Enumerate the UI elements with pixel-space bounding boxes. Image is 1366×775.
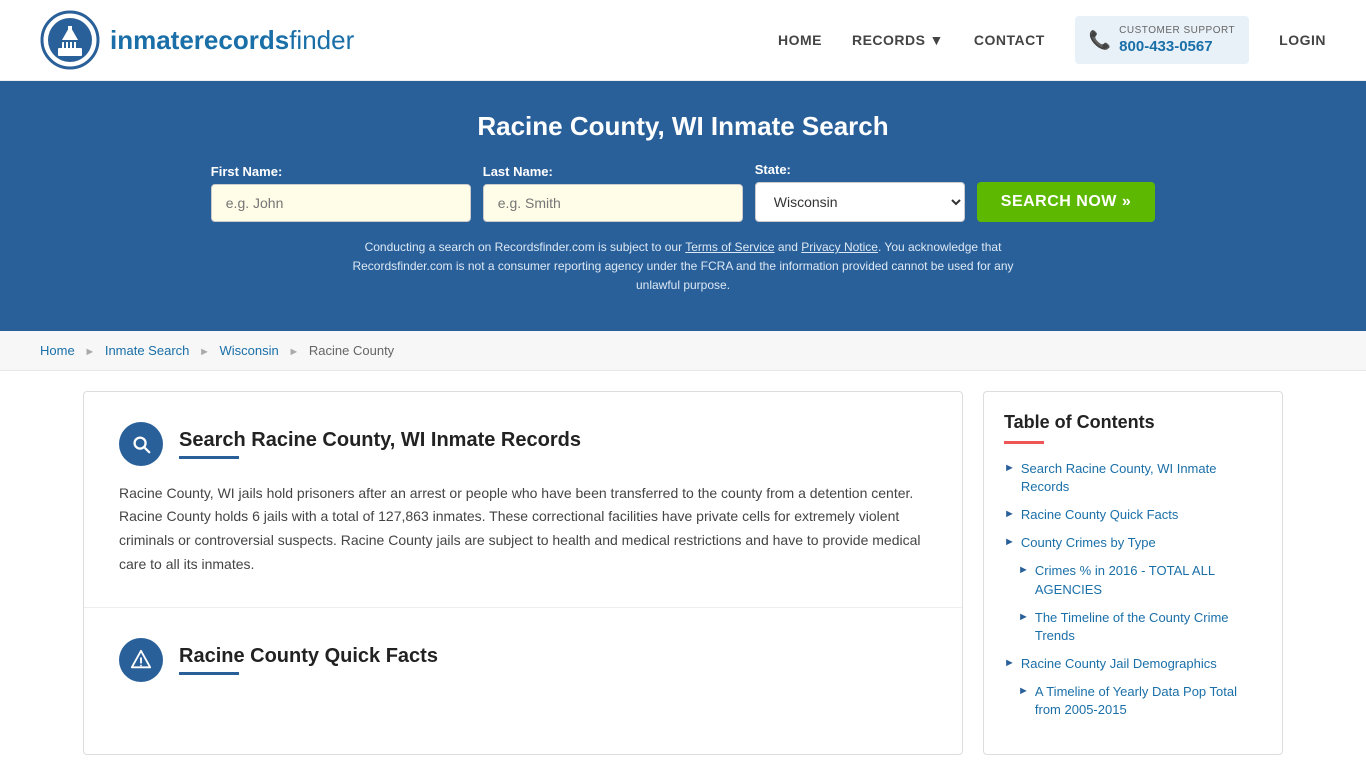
support-box[interactable]: 📞 CUSTOMER SUPPORT 800-433-0567 bbox=[1075, 16, 1249, 65]
nav-home[interactable]: HOME bbox=[778, 32, 822, 48]
content-area: Search Racine County, WI Inmate Records … bbox=[83, 391, 963, 755]
breadcrumb: Home ► Inmate Search ► Wisconsin ► Racin… bbox=[0, 331, 1366, 371]
toc-title: Table of Contents bbox=[1004, 412, 1262, 433]
last-name-group: Last Name: bbox=[483, 164, 743, 222]
search-form: First Name: Last Name: State: Wisconsin … bbox=[40, 162, 1326, 222]
section2-underline bbox=[179, 672, 239, 675]
first-name-label: First Name: bbox=[211, 164, 283, 179]
breadcrumb-wisconsin[interactable]: Wisconsin bbox=[220, 343, 279, 358]
toc-link-2[interactable]: Racine County Quick Facts bbox=[1021, 506, 1179, 524]
nav-contact[interactable]: CONTACT bbox=[974, 32, 1045, 48]
search-button[interactable]: SEARCH NOW » bbox=[977, 182, 1155, 222]
first-name-input[interactable] bbox=[211, 184, 471, 222]
section1-title: Search Racine County, WI Inmate Records bbox=[179, 429, 581, 452]
site-header: inmaterecordsfinder HOME RECORDS ▼ CONTA… bbox=[0, 0, 1366, 81]
first-name-group: First Name: bbox=[211, 164, 471, 222]
toc-item-7: ► A Timeline of Yearly Data Pop Total fr… bbox=[1004, 683, 1262, 719]
chevron-right-icon-6: ► bbox=[1004, 656, 1015, 671]
section2-header: Racine County Quick Facts bbox=[119, 638, 927, 682]
toc-link-6[interactable]: Racine County Jail Demographics bbox=[1021, 655, 1217, 673]
breadcrumb-current: Racine County bbox=[309, 343, 394, 358]
breadcrumb-sep-2: ► bbox=[199, 346, 210, 358]
chevron-right-icon-5: ► bbox=[1018, 610, 1029, 625]
section2-title-area: Racine County Quick Facts bbox=[179, 645, 438, 675]
toc-link-3[interactable]: County Crimes by Type bbox=[1021, 534, 1156, 552]
section-quick-facts: Racine County Quick Facts bbox=[84, 608, 962, 728]
nav-records[interactable]: RECORDS ▼ bbox=[852, 32, 944, 48]
main-nav: HOME RECORDS ▼ CONTACT 📞 CUSTOMER SUPPOR… bbox=[778, 16, 1326, 65]
state-select[interactable]: Wisconsin Alabama Alaska Arizona bbox=[755, 182, 965, 222]
toc-item-4: ► Crimes % in 2016 - TOTAL ALL AGENCIES bbox=[1004, 562, 1262, 598]
breadcrumb-sep-1: ► bbox=[84, 346, 95, 358]
toc-item-2: ► Racine County Quick Facts bbox=[1004, 506, 1262, 524]
logo-text: inmaterecordsfinder bbox=[110, 25, 354, 56]
section2-title: Racine County Quick Facts bbox=[179, 645, 438, 668]
hero-section: Racine County, WI Inmate Search First Na… bbox=[0, 81, 1366, 331]
toc-link-1[interactable]: Search Racine County, WI Inmate Records bbox=[1021, 460, 1262, 496]
chevron-right-icon-2: ► bbox=[1004, 507, 1015, 522]
toc-item-3: ► County Crimes by Type bbox=[1004, 534, 1262, 552]
section1-header: Search Racine County, WI Inmate Records bbox=[119, 422, 927, 466]
nav-login[interactable]: LOGIN bbox=[1279, 32, 1326, 48]
toc-item-6: ► Racine County Jail Demographics bbox=[1004, 655, 1262, 673]
search-circle-icon bbox=[119, 422, 163, 466]
warning-icon bbox=[130, 649, 152, 671]
toc-link-4[interactable]: Crimes % in 2016 - TOTAL ALL AGENCIES bbox=[1035, 562, 1262, 598]
logo-icon bbox=[40, 10, 100, 70]
breadcrumb-sep-3: ► bbox=[288, 346, 299, 358]
breadcrumb-inmate-search[interactable]: Inmate Search bbox=[105, 343, 190, 358]
terms-link[interactable]: Terms of Service bbox=[685, 240, 774, 254]
toc-item-5: ► The Timeline of the County Crime Trend… bbox=[1004, 609, 1262, 645]
last-name-label: Last Name: bbox=[483, 164, 553, 179]
toc-divider bbox=[1004, 441, 1044, 444]
table-of-contents: Table of Contents ► Search Racine County… bbox=[983, 391, 1283, 755]
support-info: CUSTOMER SUPPORT 800-433-0567 bbox=[1119, 24, 1235, 57]
search-icon bbox=[130, 433, 152, 455]
chevron-down-icon: ▼ bbox=[929, 32, 943, 48]
last-name-input[interactable] bbox=[483, 184, 743, 222]
chevron-right-icon-1: ► bbox=[1004, 461, 1015, 476]
chevron-right-icon-3: ► bbox=[1004, 535, 1015, 550]
section-inmate-records: Search Racine County, WI Inmate Records … bbox=[84, 392, 962, 608]
warning-circle-icon bbox=[119, 638, 163, 682]
section1-underline bbox=[179, 456, 239, 459]
privacy-link[interactable]: Privacy Notice bbox=[801, 240, 878, 254]
state-group: State: Wisconsin Alabama Alaska Arizona bbox=[755, 162, 965, 222]
toc-link-7[interactable]: A Timeline of Yearly Data Pop Total from… bbox=[1035, 683, 1262, 719]
toc-link-5[interactable]: The Timeline of the County Crime Trends bbox=[1035, 609, 1262, 645]
chevron-right-icon-7: ► bbox=[1018, 684, 1029, 699]
hero-title: Racine County, WI Inmate Search bbox=[40, 111, 1326, 142]
sidebar: Table of Contents ► Search Racine County… bbox=[983, 391, 1283, 755]
section1-title-area: Search Racine County, WI Inmate Records bbox=[179, 429, 581, 459]
disclaimer-text: Conducting a search on Recordsfinder.com… bbox=[333, 238, 1033, 296]
phone-icon: 📞 bbox=[1089, 30, 1111, 51]
main-content: Search Racine County, WI Inmate Records … bbox=[43, 391, 1323, 755]
chevron-right-icon-4: ► bbox=[1018, 563, 1029, 578]
state-label: State: bbox=[755, 162, 791, 177]
section1-body: Racine County, WI jails hold prisoners a… bbox=[119, 482, 927, 577]
breadcrumb-home[interactable]: Home bbox=[40, 343, 75, 358]
logo[interactable]: inmaterecordsfinder bbox=[40, 10, 354, 70]
toc-item-1: ► Search Racine County, WI Inmate Record… bbox=[1004, 460, 1262, 496]
